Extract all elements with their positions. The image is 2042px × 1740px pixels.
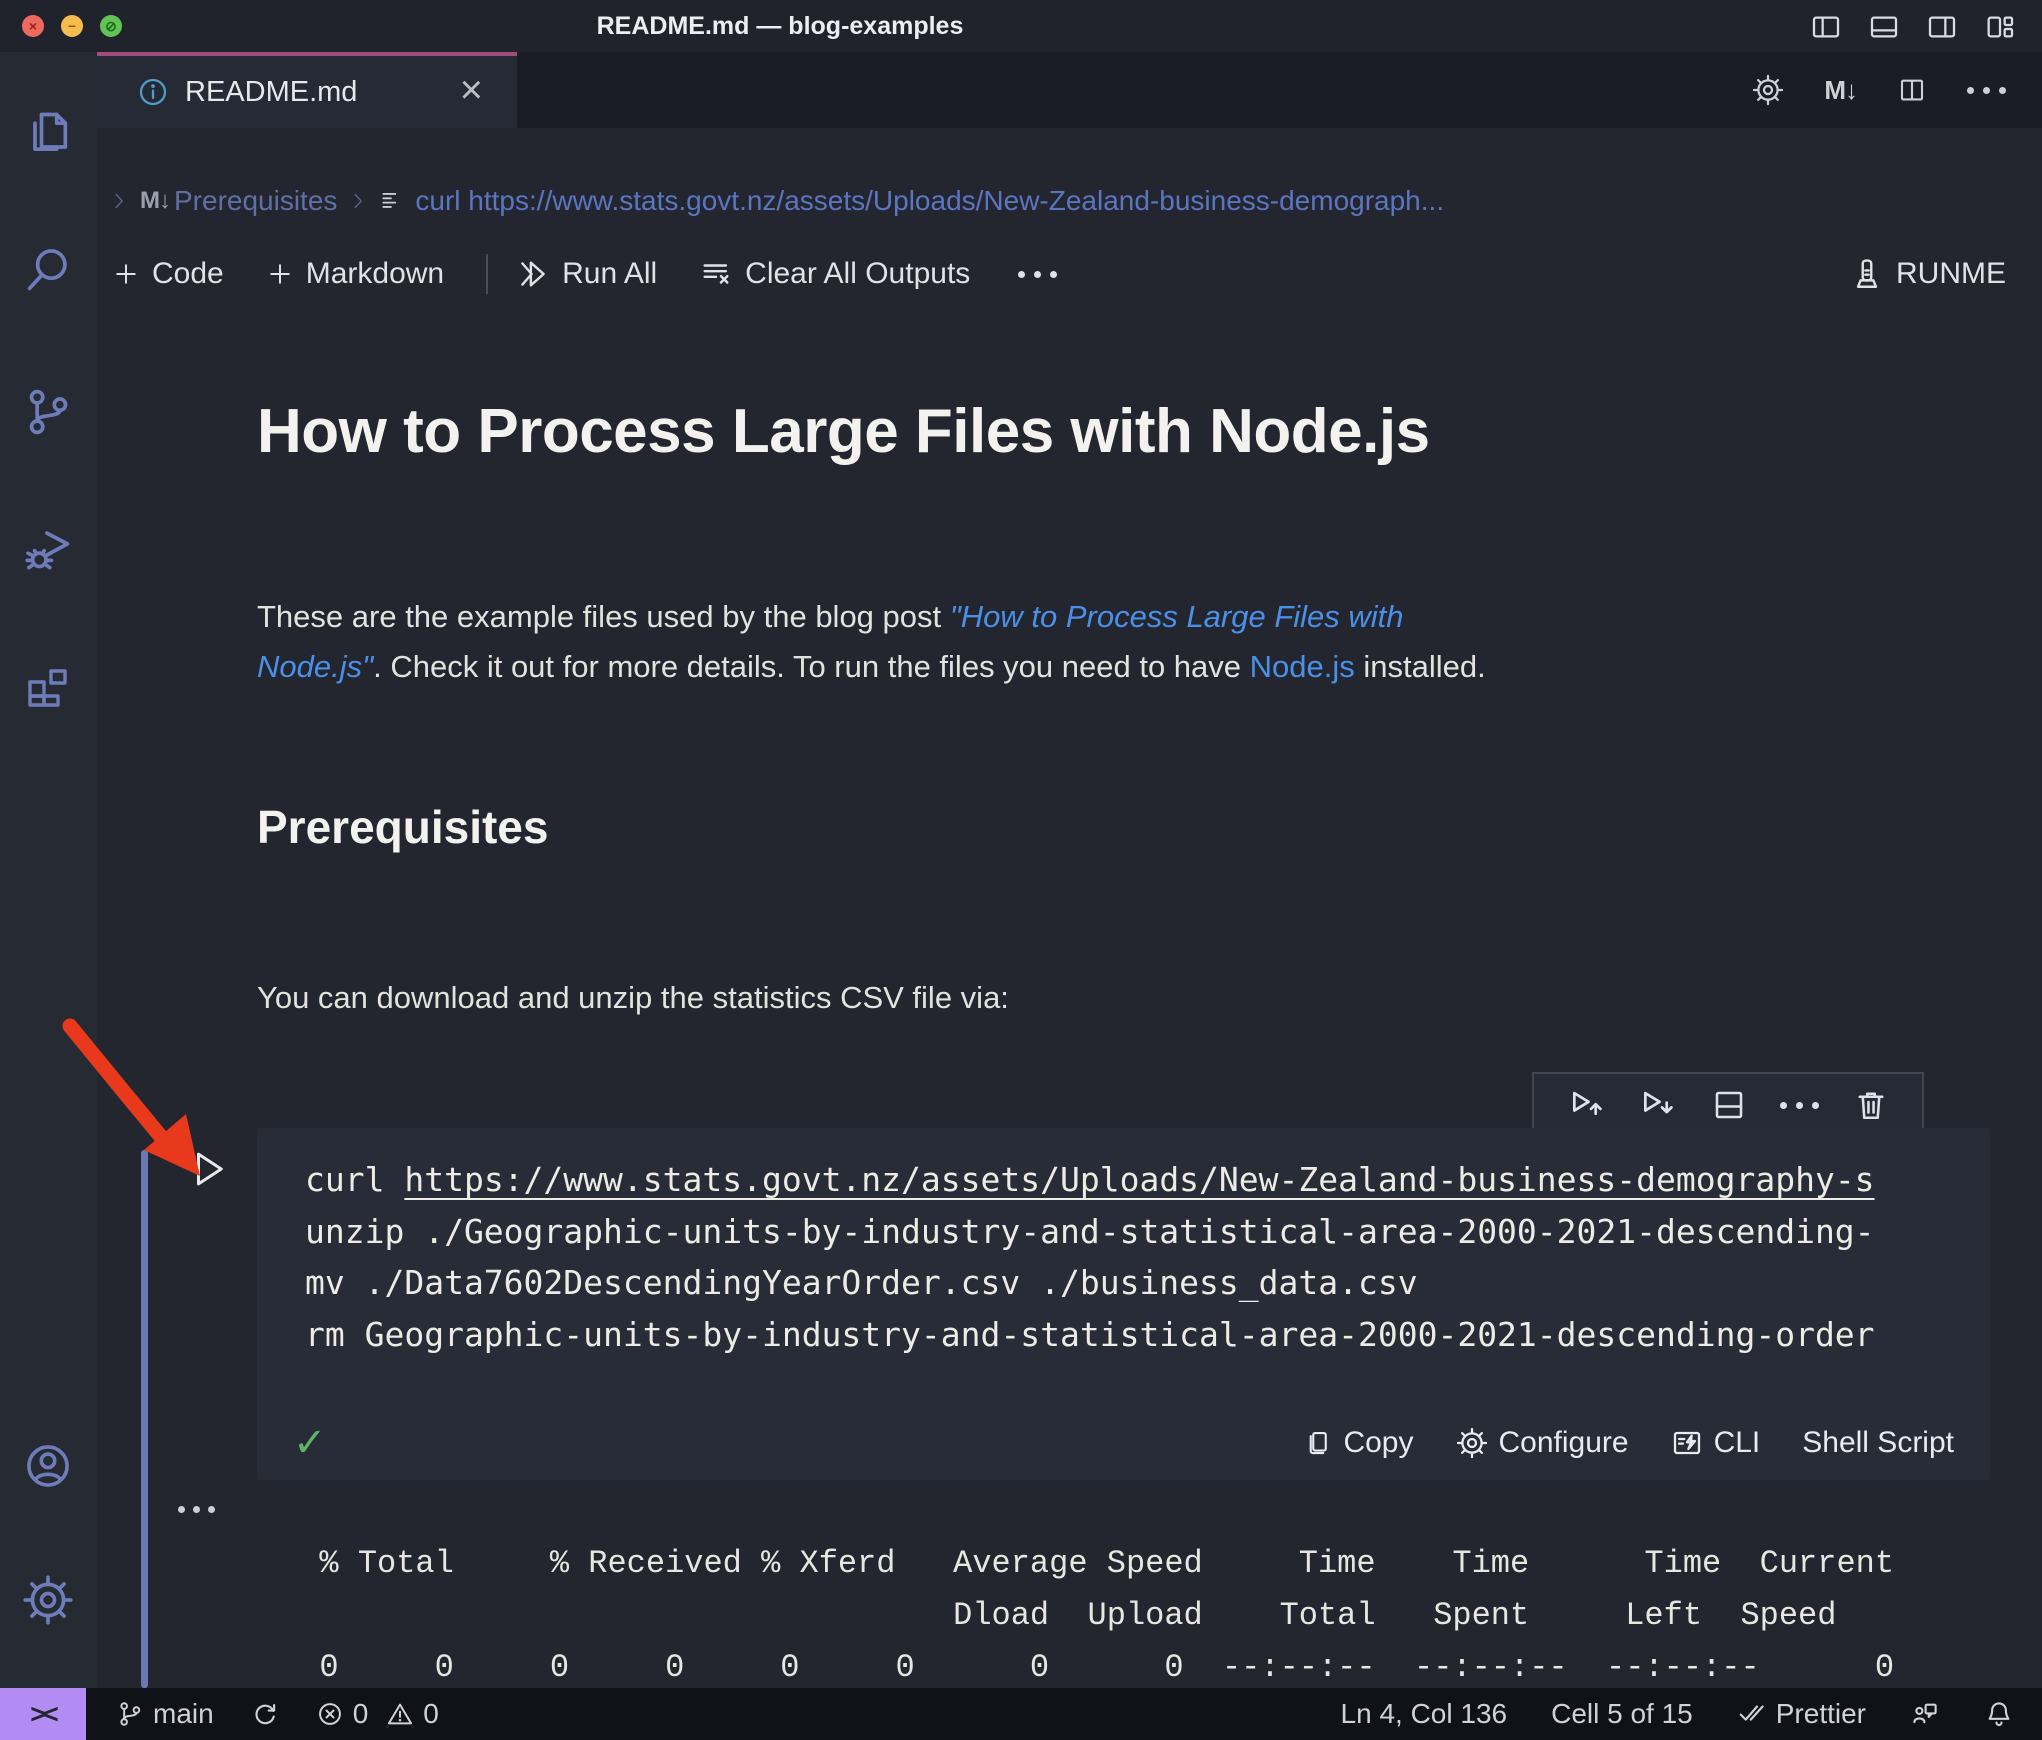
list-icon bbox=[379, 188, 405, 214]
editor-tab-bar: README.md × M↓ bbox=[97, 52, 2042, 128]
traffic-lights: × − ⊘ bbox=[22, 15, 122, 37]
title-bar: × − ⊘ README.md — blog-examples bbox=[0, 0, 2042, 52]
breadcrumb-section[interactable]: Prerequisites bbox=[174, 185, 337, 217]
warning-count: 0 bbox=[423, 1698, 439, 1729]
search-icon[interactable] bbox=[22, 244, 74, 296]
instruction-paragraph: You can download and unzip the statistic… bbox=[257, 980, 1009, 1015]
toolbar-divider bbox=[486, 254, 489, 294]
breadcrumb-cell[interactable]: curl https://www.stats.govt.nz/assets/Up… bbox=[415, 185, 1444, 217]
split-editor-icon[interactable] bbox=[1897, 75, 1927, 105]
page-title: How to Process Large Files with Node.js bbox=[257, 397, 1430, 466]
code-editor[interactable]: curl https://www.stats.govt.nz/assets/Up… bbox=[305, 1154, 1875, 1360]
source-control-icon[interactable] bbox=[22, 386, 74, 438]
toggle-sidebar-icon[interactable] bbox=[1810, 11, 1842, 43]
cli-button[interactable]: CLI bbox=[1671, 1426, 1760, 1460]
cell-language-button[interactable]: Shell Script bbox=[1802, 1426, 1954, 1460]
toggle-panel-icon[interactable] bbox=[1868, 11, 1900, 43]
copy-button[interactable]: Copy bbox=[1302, 1426, 1414, 1460]
close-window-button[interactable]: × bbox=[22, 15, 44, 37]
extensions-icon[interactable] bbox=[22, 660, 74, 712]
status-bar: >< main 0 0 Ln 4, Col 136 Cell 5 of 15 P… bbox=[0, 1688, 2042, 1740]
close-tab-icon[interactable]: × bbox=[460, 70, 483, 110]
problems-indicator[interactable]: 0 0 bbox=[316, 1698, 439, 1730]
explorer-icon[interactable] bbox=[22, 108, 74, 160]
git-branch-indicator[interactable]: main bbox=[116, 1698, 214, 1730]
zoom-window-button[interactable]: ⊘ bbox=[100, 15, 122, 37]
error-count: 0 bbox=[352, 1698, 369, 1729]
customize-layout-icon[interactable] bbox=[1984, 11, 2016, 43]
tab-label: README.md bbox=[185, 75, 358, 108]
toolbar-more-actions-icon[interactable] bbox=[1018, 270, 1058, 278]
chevron-right-icon bbox=[108, 190, 130, 212]
editor-actions: M↓ bbox=[1752, 52, 2006, 128]
configure-button[interactable]: Configure bbox=[1456, 1426, 1629, 1460]
nodejs-link[interactable]: Node.js bbox=[1250, 649, 1355, 684]
split-cell-icon[interactable] bbox=[1711, 1087, 1747, 1123]
notifications-bell-icon[interactable] bbox=[1984, 1699, 2014, 1729]
feedback-icon[interactable] bbox=[1910, 1699, 1940, 1729]
cursor-position-indicator[interactable]: Ln 4, Col 136 bbox=[1341, 1698, 1508, 1730]
runme-button[interactable]: RUNME bbox=[1850, 257, 2006, 291]
blog-post-link[interactable]: Node.js" bbox=[257, 649, 373, 684]
more-actions-icon[interactable] bbox=[1967, 86, 2006, 94]
blog-post-link[interactable]: "How to Process Large Files with bbox=[950, 599, 1404, 634]
code-url[interactable]: https://www.stats.govt.nz/assets/Uploads… bbox=[404, 1160, 1874, 1199]
execute-below-icon[interactable] bbox=[1639, 1086, 1677, 1124]
delete-cell-icon[interactable] bbox=[1853, 1087, 1889, 1123]
settings-gear-icon[interactable] bbox=[22, 1574, 74, 1626]
cell-status-bar: ✓ Copy Configure CLI Shell Script bbox=[293, 1420, 1954, 1466]
intro-paragraph: These are the example files used by the … bbox=[257, 599, 1486, 684]
section-heading: Prerequisites bbox=[257, 801, 549, 853]
add-code-cell-button[interactable]: Code bbox=[112, 257, 224, 291]
run-debug-icon[interactable] bbox=[22, 524, 74, 576]
cell-more-actions-icon[interactable] bbox=[1780, 1101, 1819, 1109]
breadcrumb: M↓ Prerequisites curl https://www.stats.… bbox=[108, 178, 1444, 224]
sync-changes-icon[interactable] bbox=[250, 1699, 280, 1729]
remote-indicator[interactable]: >< bbox=[0, 1688, 86, 1740]
run-all-button[interactable]: Run All bbox=[516, 257, 657, 291]
activity-bar bbox=[0, 52, 97, 1688]
cell-focus-bar bbox=[141, 1150, 148, 1688]
markdown-cell-icon: M↓ bbox=[140, 187, 171, 214]
execute-above-icon[interactable] bbox=[1568, 1086, 1606, 1124]
formatter-indicator[interactable]: Prettier bbox=[1737, 1698, 1866, 1730]
account-icon[interactable] bbox=[22, 1440, 74, 1492]
minimize-window-button[interactable]: − bbox=[61, 15, 83, 37]
collapse-output-icon[interactable] bbox=[178, 1506, 215, 1513]
window-title: README.md — blog-examples bbox=[596, 12, 964, 40]
chevron-right-icon bbox=[347, 190, 369, 212]
notebook-toolbar: Code Markdown Run All Clear All Outputs … bbox=[112, 244, 2006, 304]
code-cell[interactable]: curl https://www.stats.govt.nz/assets/Up… bbox=[257, 1128, 1990, 1480]
vscode-window: × − ⊘ README.md — blog-examples README.m… bbox=[0, 0, 2042, 1740]
run-cell-button[interactable] bbox=[188, 1146, 230, 1192]
cell-output: % Total % Received % Xferd Average Speed… bbox=[281, 1545, 1895, 1686]
notebook-settings-gear-icon[interactable] bbox=[1752, 74, 1784, 106]
info-icon bbox=[137, 76, 169, 108]
tab-readme[interactable]: README.md × bbox=[97, 52, 517, 128]
clear-all-outputs-button[interactable]: Clear All Outputs bbox=[699, 257, 970, 291]
titlebar-layout-controls bbox=[1810, 11, 2016, 43]
toggle-secondary-sidebar-icon[interactable] bbox=[1926, 11, 1958, 43]
add-markdown-cell-button[interactable]: Markdown bbox=[266, 257, 444, 291]
cell-position-indicator[interactable]: Cell 5 of 15 bbox=[1551, 1698, 1693, 1730]
open-markdown-preview-icon[interactable]: M↓ bbox=[1824, 75, 1858, 106]
success-check-icon: ✓ bbox=[293, 1421, 327, 1465]
